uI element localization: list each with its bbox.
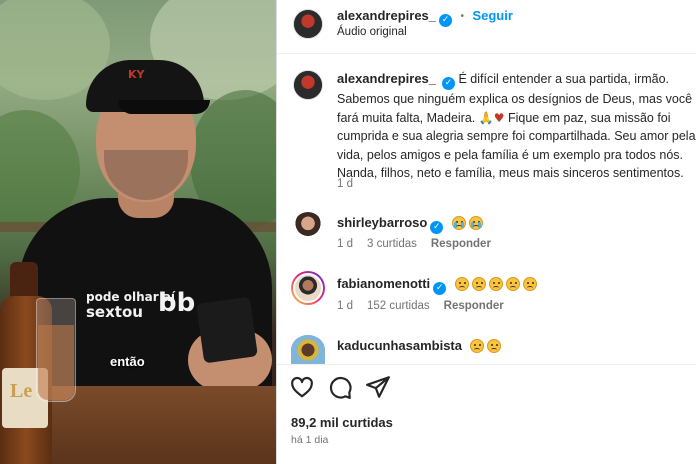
comment-body: shirleybarroso ✓ bbox=[337, 214, 486, 234]
commenter-username[interactable]: shirleybarroso bbox=[337, 215, 427, 230]
sad-face-icon bbox=[471, 277, 486, 291]
sad-face-icon bbox=[487, 339, 502, 353]
comment-meta: 1 d 3 curtidas Responder bbox=[337, 238, 505, 250]
crying-face-icon bbox=[451, 216, 466, 230]
caption-line: alexandrepires_ ✓ É difícil entender a su… bbox=[337, 70, 696, 90]
sad-face-icon bbox=[505, 277, 520, 291]
share-icon[interactable] bbox=[365, 374, 391, 400]
comment-icon[interactable] bbox=[327, 374, 353, 400]
actions-divider bbox=[277, 364, 696, 365]
shirt-bb: bb bbox=[158, 288, 196, 318]
comment-time[interactable]: 1 d bbox=[337, 300, 353, 312]
praying-hands-icon: 🙏 bbox=[478, 110, 494, 125]
verified-badge-icon: ✓ bbox=[433, 282, 447, 295]
author-username[interactable]: alexandrepires_ bbox=[337, 8, 436, 23]
commenter-avatar[interactable] bbox=[291, 335, 325, 365]
post-video[interactable]: KY pode olhar aí sextou bb Le então bbox=[0, 0, 276, 464]
sad-face-icon bbox=[454, 277, 469, 291]
heart-icon[interactable] bbox=[289, 374, 315, 400]
post-header: alexandrepires_ ✓ • Seguir Áudio original bbox=[277, 0, 696, 54]
verified-badge-icon: ✓ bbox=[439, 14, 453, 27]
beer bbox=[38, 325, 74, 400]
dot-separator: • bbox=[460, 11, 464, 22]
post-details: alexandrepires_ ✓ • Seguir Áudio original… bbox=[277, 0, 696, 464]
cap-brim bbox=[118, 100, 210, 114]
caption-text-line: É difícil entender a sua partida, irmão. bbox=[458, 72, 670, 86]
post-caption: alexandrepires_ ✓ É difícil entender a su… bbox=[337, 70, 696, 183]
bottle-label-text: Le bbox=[10, 380, 33, 402]
caption-time[interactable]: 1 d bbox=[337, 178, 353, 190]
beer-glass bbox=[36, 298, 76, 402]
likes-count[interactable]: 89,2 mil curtidas bbox=[291, 415, 393, 430]
reply-button[interactable]: Responder bbox=[444, 300, 504, 312]
author-line: alexandrepires_ ✓ • Seguir bbox=[337, 7, 513, 27]
verified-badge-icon: ✓ bbox=[430, 221, 444, 234]
audio-label[interactable]: Áudio original bbox=[337, 26, 407, 38]
caption-username[interactable]: alexandrepires_ bbox=[337, 71, 436, 86]
commenter-avatar[interactable] bbox=[291, 271, 325, 305]
caption-author-avatar[interactable] bbox=[293, 70, 323, 100]
caption-text-line: vida, pelos amigos e pela família é um e… bbox=[337, 147, 684, 162]
comment-body: kaducunhasambista bbox=[337, 337, 504, 355]
video-subtitle: então bbox=[110, 354, 145, 369]
crying-face-icon bbox=[468, 216, 483, 230]
post-time[interactable]: há 1 dia bbox=[291, 434, 328, 446]
caption-text-line: Nanda, filhos, neto e família, meus mais… bbox=[337, 166, 684, 180]
sad-face-icon bbox=[488, 277, 503, 291]
reply-button[interactable]: Responder bbox=[431, 238, 491, 250]
caption-text-line: cumprida e sua alegria sempre foi compar… bbox=[337, 129, 696, 143]
comment-likes[interactable]: 152 curtidas bbox=[367, 300, 430, 312]
comment-likes[interactable]: 3 curtidas bbox=[367, 238, 417, 250]
commenter-username[interactable]: kaducunhasambista bbox=[337, 338, 462, 353]
caption-text-line: fará muita falta, Madeira. bbox=[337, 110, 476, 125]
follow-button[interactable]: Seguir bbox=[472, 8, 512, 23]
phone bbox=[196, 296, 258, 364]
caption-text-line: Fique em paz, sua missão foi bbox=[507, 110, 671, 125]
caption-text-line: Sabemos que ninguém explica os desígnios… bbox=[337, 92, 693, 106]
sad-face-icon bbox=[522, 277, 537, 291]
cap-logo: KY bbox=[128, 68, 145, 81]
heart-icon: ♥ bbox=[493, 110, 505, 125]
commenter-avatar[interactable] bbox=[293, 212, 323, 242]
commenter-username[interactable]: fabianomenotti bbox=[337, 276, 430, 291]
author-avatar[interactable] bbox=[293, 9, 323, 39]
sad-face-icon bbox=[470, 339, 485, 353]
comment-meta: 1 d 152 curtidas Responder bbox=[337, 300, 518, 312]
caption-line: fará muita falta, Madeira. 🙏♥ Fique em p… bbox=[337, 109, 696, 128]
verified-badge-icon: ✓ bbox=[442, 77, 456, 90]
comment-time[interactable]: 1 d bbox=[337, 238, 353, 250]
comment-body: fabianomenotti ✓ bbox=[337, 275, 540, 295]
